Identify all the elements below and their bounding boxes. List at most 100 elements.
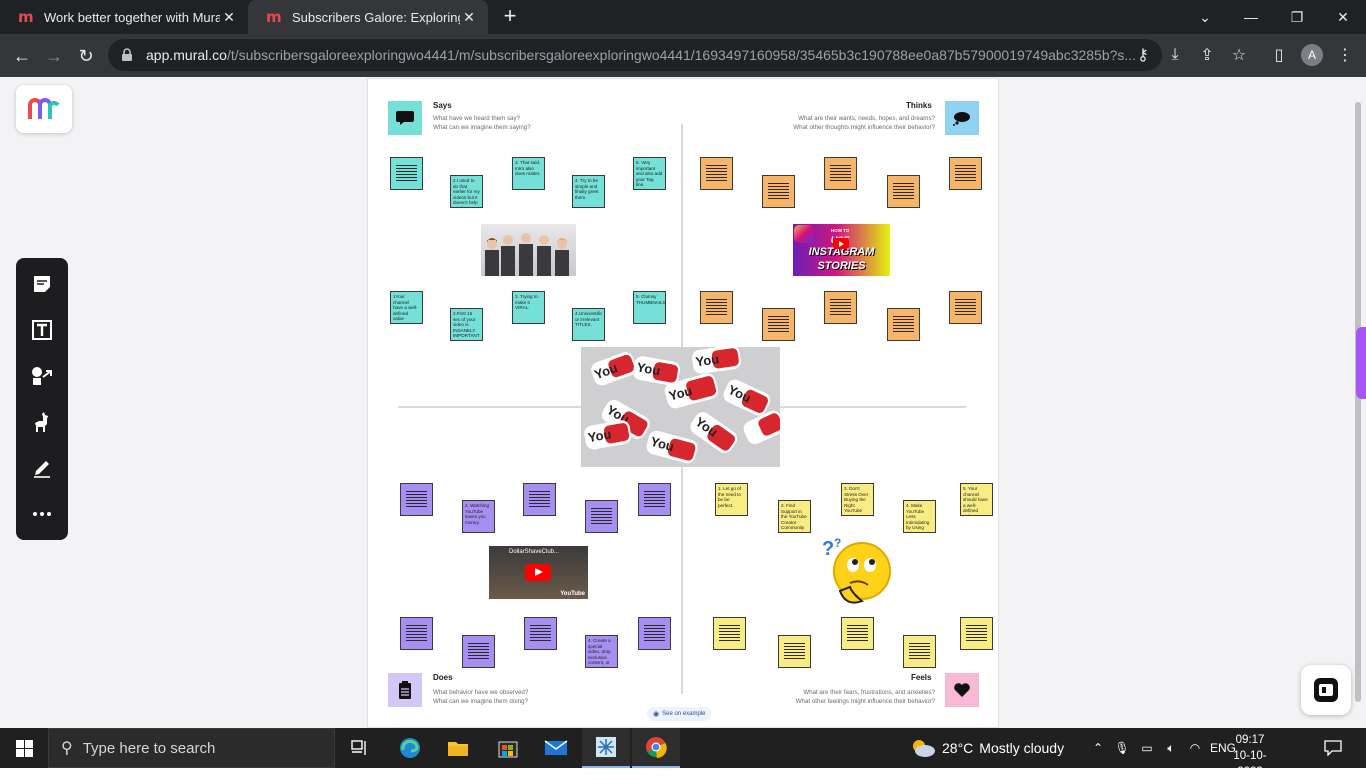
weather-widget[interactable]: 28°C Mostly cloudy	[910, 728, 1064, 768]
sticky-note[interactable]	[523, 483, 556, 516]
volume-icon[interactable]: 🔈︎	[1162, 728, 1180, 768]
more-tools-icon[interactable]	[26, 498, 58, 530]
youtube-video-embed[interactable]: DollarShaveClub... YouTube	[489, 546, 588, 599]
sticky-note[interactable]	[700, 291, 733, 324]
sticky-note[interactable]	[960, 617, 993, 650]
sticky-note[interactable]	[390, 157, 423, 190]
mail-icon[interactable]	[532, 728, 580, 768]
sticky-note[interactable]: 4.Unscientific or irrelevant TITLES.	[572, 308, 605, 341]
install-icon[interactable]: ⤓	[1164, 44, 1186, 66]
snowflake-app-icon[interactable]	[582, 728, 630, 768]
feels-title: Feels	[911, 673, 932, 682]
vertical-scrollbar[interactable]	[1355, 102, 1361, 702]
wifi-icon[interactable]: ◠	[1186, 728, 1204, 768]
sticky-note[interactable]: 3. Don't Stress Over Buying the Right Yo…	[841, 483, 874, 516]
tab-close-icon[interactable]: ✕	[220, 9, 238, 26]
sticky-note[interactable]	[400, 483, 433, 516]
see-example-button[interactable]: ◉ See on example	[647, 707, 712, 721]
side-panel-tab[interactable]	[1356, 327, 1366, 399]
thinking-emoji-image[interactable]: ? ?	[820, 533, 896, 613]
sticky-note[interactable]	[762, 175, 795, 208]
tab-mural-home[interactable]: m Work better together with Mural ✕	[0, 0, 248, 34]
youtube-watermark: YouTube	[560, 591, 585, 597]
restore-button[interactable]: ❐	[1274, 0, 1320, 34]
sticky-note[interactable]: 2. Find Support in the YouTube Creator C…	[778, 500, 811, 533]
address-bar[interactable]: app.mural.co /t/subscribersgaloreexplori…	[108, 39, 1162, 71]
task-view-icon[interactable]	[336, 728, 384, 768]
sticky-note[interactable]: 5. Your channel should have a well-defin…	[960, 483, 993, 516]
llama-icon[interactable]	[26, 406, 58, 438]
sticky-note[interactable]: 3. That said, Intro also does matter.	[512, 157, 545, 190]
chat-button[interactable]	[1301, 665, 1351, 715]
microsoft-store-icon[interactable]	[484, 728, 532, 768]
microphone-icon[interactable]: 🎙︎	[1114, 728, 1130, 768]
chrome-icon[interactable]	[632, 728, 680, 768]
speech-bubble-icon	[388, 101, 422, 135]
sticky-note[interactable]: 3. Trying to make it VIRAL.	[512, 291, 545, 324]
mural-logo[interactable]	[16, 85, 72, 133]
sticky-note[interactable]	[638, 483, 671, 516]
close-window-button[interactable]: ✕	[1320, 0, 1366, 34]
tab-subscribers-galore[interactable]: m Subscribers Galore: Exploring Ways ✕	[248, 0, 488, 34]
sticky-note[interactable]	[400, 617, 433, 650]
mural-app: Says What have we heard them say? What c…	[0, 77, 1366, 728]
sticky-note[interactable]	[638, 617, 671, 650]
side-panel-icon[interactable]: ▯	[1268, 44, 1290, 66]
system-clock[interactable]: 09:17 10-10-2023	[1222, 732, 1278, 780]
show-hidden-icons-icon[interactable]: ⌃	[1090, 728, 1106, 768]
forward-button[interactable]: →	[41, 43, 67, 69]
share-icon[interactable]: ⇪	[1196, 44, 1218, 66]
notifications-icon[interactable]	[1318, 728, 1348, 768]
minimize-button[interactable]: —	[1228, 0, 1274, 34]
key-icon[interactable]: ⚷	[1132, 44, 1154, 66]
sticky-note[interactable]	[778, 635, 811, 668]
more-menu-icon[interactable]: ⋮	[1334, 44, 1356, 66]
tab-close-icon[interactable]: ✕	[460, 9, 478, 26]
empathy-map-board[interactable]: Says What have we heard them say? What c…	[367, 78, 999, 728]
thinks-prompt-1: What are their wants, needs, hopes, and …	[798, 115, 935, 122]
sticky-note[interactable]	[903, 635, 936, 668]
pen-tool-icon[interactable]	[26, 452, 58, 484]
sticky-note[interactable]: 1Your channel have a well-defined value …	[390, 291, 423, 324]
sticky-note[interactable]: 4. Try to be simple and finally greet th…	[572, 175, 605, 208]
sticky-note[interactable]: 4. Create a special video, drop exclusiv…	[585, 635, 618, 668]
edge-browser-icon[interactable]	[386, 728, 434, 768]
shapes-tool-icon[interactable]	[26, 360, 58, 392]
battery-icon[interactable]: ▭	[1138, 728, 1156, 768]
sticky-note[interactable]	[887, 308, 920, 341]
sticky-note[interactable]	[462, 635, 495, 668]
new-tab-button[interactable]: +	[498, 5, 522, 29]
tab-search-chevron-icon[interactable]: ⌄	[1182, 0, 1228, 34]
bookmark-star-icon[interactable]: ☆	[1228, 44, 1250, 66]
business-team-photo[interactable]	[481, 224, 576, 276]
sticky-note[interactable]	[824, 157, 857, 190]
sticky-note[interactable]: 2.I used to do that earlier for my video…	[450, 175, 483, 208]
sticky-note[interactable]: 5. Clumsy THUMBNAILS.	[633, 291, 666, 324]
back-button[interactable]: ←	[9, 43, 35, 69]
sticky-note[interactable]: 2.First 15 sec of your video is INSANELY…	[450, 308, 483, 341]
file-explorer-icon[interactable]	[434, 728, 482, 768]
reload-button[interactable]: ↻	[73, 43, 99, 69]
profile-avatar[interactable]: A	[1301, 44, 1323, 66]
sticky-note[interactable]: 4. Make YouTube Less Intimidating by Usi…	[903, 500, 936, 533]
sticky-note[interactable]: 5. Very important and also add your Tag …	[633, 157, 666, 190]
sticky-note[interactable]	[585, 500, 618, 533]
youtube-logos-center-image[interactable]: You You You You You You You You You	[581, 347, 780, 467]
sticky-note[interactable]	[887, 175, 920, 208]
sticky-note[interactable]	[841, 617, 874, 650]
sticky-note[interactable]: 2. Watching YouTube saves you money.	[462, 500, 495, 533]
sticky-note[interactable]	[524, 617, 557, 650]
start-button[interactable]	[0, 728, 48, 768]
instagram-stories-thumbnail[interactable]: HOW TO USE INSTAGRAM STORIES	[793, 224, 890, 276]
sticky-note[interactable]	[762, 308, 795, 341]
sticky-note[interactable]	[949, 157, 982, 190]
play-button-icon[interactable]	[525, 564, 551, 581]
sticky-note[interactable]	[824, 291, 857, 324]
text-tool-icon[interactable]	[26, 314, 58, 346]
sticky-note[interactable]: 1. Let go of the need to be be perfect.	[715, 483, 748, 516]
sticky-note[interactable]	[949, 291, 982, 324]
sticky-note[interactable]	[713, 617, 746, 650]
sticky-note[interactable]	[700, 157, 733, 190]
taskbar-search[interactable]: ⚲ Type here to search	[48, 728, 335, 768]
sticky-note-tool-icon[interactable]	[26, 268, 58, 300]
